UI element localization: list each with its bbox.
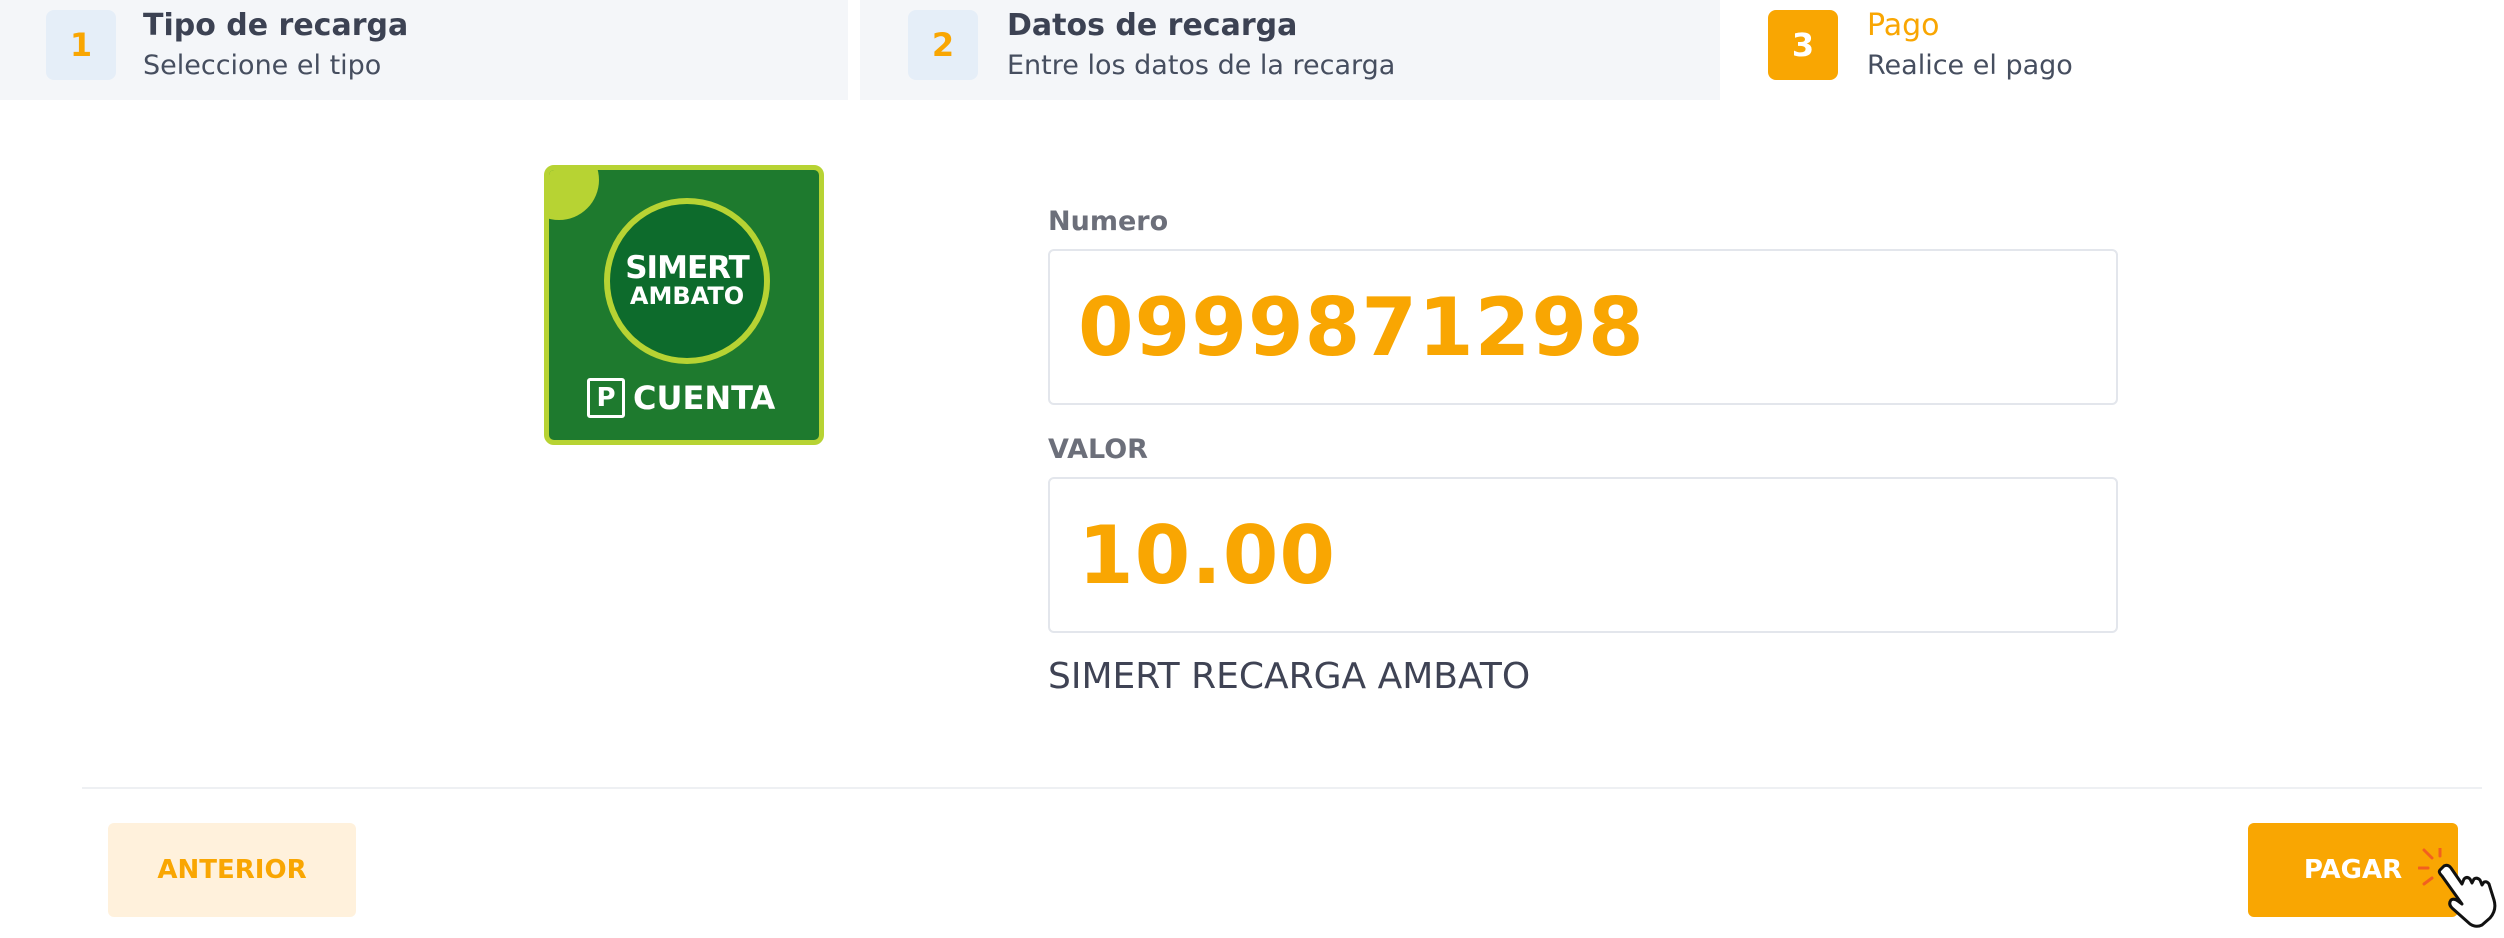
valor-field[interactable]: 10.00 (1048, 477, 2118, 633)
step-subtitle: Seleccione el tipo (143, 50, 382, 81)
numero-label: Numero (1048, 206, 1169, 237)
step-text: Datos de recarga Entre los datos de la r… (1007, 6, 1395, 86)
step-number: 1 (46, 10, 116, 80)
stepper: 1 Tipo de recarga Seleccione el tipo 2 D… (0, 0, 2504, 100)
simert-cuenta-logo: SIMERT AMBATO P CUENTA (544, 165, 824, 445)
logo-text-ambato: AMBATO (629, 282, 745, 310)
logo-text-cuenta: CUENTA (633, 379, 776, 417)
step-title: Tipo de recarga (143, 8, 409, 43)
step-text: Tipo de recarga Seleccione el tipo (143, 6, 408, 86)
step-datos-de-recarga[interactable]: 2 Datos de recarga Entre los datos de la… (860, 0, 1720, 100)
logo-bottom: P CUENTA (587, 378, 775, 418)
logo-text-simert: SIMERT (625, 250, 750, 286)
logo-corner-accent (549, 170, 599, 220)
parking-icon: P (587, 378, 625, 418)
step-number: 3 (1768, 10, 1838, 80)
recharge-description: SIMERT RECARGA AMBATO (1048, 656, 1531, 697)
step-number: 2 (908, 10, 978, 80)
anterior-button[interactable]: ANTERIOR (108, 823, 356, 917)
step-pago[interactable]: 3 Pago Realice el pago (1720, 0, 2504, 100)
numero-value: 0999871298 (1078, 280, 1645, 374)
logo-ring: SIMERT AMBATO (604, 198, 770, 364)
valor-value: 10.00 (1078, 508, 1337, 602)
valor-label: VALOR (1048, 434, 1148, 465)
hand-pointer-cursor-icon (2418, 848, 2497, 928)
step-text: Pago Realice el pago (1867, 6, 2073, 86)
step-title: Datos de recarga (1007, 8, 1298, 43)
step-separator (848, 0, 860, 100)
step-subtitle: Realice el pago (1867, 50, 2073, 81)
step-subtitle: Entre los datos de la recarga (1007, 50, 1396, 81)
step-title: Pago (1867, 8, 1940, 43)
divider (82, 787, 2482, 789)
step-tipo-de-recarga[interactable]: 1 Tipo de recarga Seleccione el tipo (0, 0, 848, 100)
numero-field[interactable]: 0999871298 (1048, 249, 2118, 405)
